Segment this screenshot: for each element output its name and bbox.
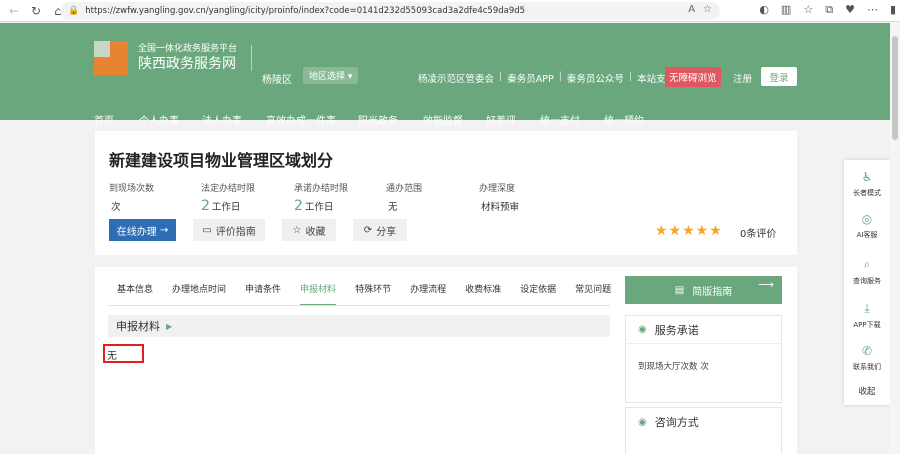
top-link-committee[interactable]: 杨凌示范区管委会	[418, 71, 494, 85]
ai-icon: ◎	[861, 212, 873, 226]
nav-supervision[interactable]: 效能监督	[423, 112, 483, 127]
star-outline-icon: ☆	[292, 224, 302, 236]
nav-evaluation[interactable]: 好差评	[486, 112, 536, 127]
favorite-button[interactable]: ☆ 收藏	[282, 219, 336, 241]
share-icon: ⟳	[363, 224, 373, 236]
browser-toolbar: ← ↻ ⌂ 🔒 https://zwfw.yangling.gov.cn/yan…	[0, 0, 900, 22]
triangle-right-icon: ▶	[166, 321, 173, 331]
site-logo[interactable]	[94, 41, 128, 75]
nav-one-thing[interactable]: 高效办成一件事	[266, 112, 366, 127]
rating-count: 0条评价	[740, 229, 777, 240]
detail-tabs: 基本信息 办理地点时间 申请条件 申报材料 特殊环节 办理流程 收费标准 设定依…	[117, 282, 630, 306]
app-download-button[interactable]: ⤓ APP下载	[844, 301, 890, 330]
nav-open-gov[interactable]: 阳光政务	[358, 112, 418, 127]
tab-basis[interactable]: 设定依据	[520, 282, 556, 306]
region-select-button[interactable]: 地区选择 ▾	[303, 67, 359, 84]
tab-fees[interactable]: 收费标准	[465, 282, 501, 306]
tab-basic-info[interactable]: 基本信息	[117, 282, 153, 306]
arrow-right-icon: ⟶	[758, 278, 774, 291]
nav-corporate[interactable]: 法人办事	[202, 112, 262, 127]
tabs-divider	[108, 305, 610, 306]
info-promised-limit: 承诺办结时限 2 工作日	[294, 184, 349, 214]
logo-title[interactable]: 陕西政务服务网	[138, 53, 236, 73]
info-visits: 到现场次数 次	[109, 184, 155, 213]
elder-icon: ♿	[861, 170, 873, 184]
tab-process[interactable]: 办理流程	[410, 282, 446, 306]
top-link-wechat[interactable]: 秦务员公众号	[567, 71, 624, 85]
elder-mode-button[interactable]: ♿ 长者模式	[844, 170, 890, 198]
evaluate-guide-button[interactable]: ▭ 评价指南	[193, 219, 265, 241]
current-region: 杨陵区	[262, 75, 292, 86]
browser-essentials-icon[interactable]: ♥	[845, 3, 855, 17]
commitment-text: 到现场大厅次数 次	[638, 362, 709, 372]
service-commitment-box: ◉ 服务承诺 到现场大厅次数 次	[625, 315, 782, 403]
phone-icon: ✆	[861, 344, 873, 358]
page-scrollbar[interactable]	[890, 22, 900, 454]
download-icon: ⤓	[864, 301, 870, 315]
top-link-app[interactable]: 秦务员APP	[507, 71, 553, 85]
highlight-box	[103, 344, 144, 363]
nav-payment[interactable]: 统一支付	[540, 112, 600, 127]
consult-box: ◉ 咨询方式	[625, 407, 782, 454]
contact-us-button[interactable]: ✆ 联系我们	[844, 344, 890, 372]
more-icon[interactable]: ⋯	[867, 3, 878, 17]
site-header: 全国一体化政务服务平台 陕西政务服务网 杨陵区 地区选择 ▾ 杨凌示范区管委会 …	[0, 23, 890, 127]
collections-icon[interactable]: ⧉	[825, 3, 833, 17]
back-icon[interactable]: ←	[6, 3, 22, 19]
commitment-title: 服务承诺	[654, 323, 699, 337]
floating-tools-panel: ♿ 长者模式 ◎ AI客服 ⌕ 查询服务 ⤓ APP下载 ✆ 联系我们 收起	[844, 160, 890, 405]
favorites-icon[interactable]: ☆	[803, 3, 813, 17]
info-scope: 通办范围 无	[386, 184, 423, 213]
brief-guide-button[interactable]: ▤ 简版指南 ⟶	[625, 276, 782, 304]
page-title: 新建建设项目物业管理区域划分	[109, 151, 334, 170]
ai-service-button[interactable]: ◎ AI客服	[844, 212, 890, 240]
tab-faq[interactable]: 常见问题	[575, 282, 611, 306]
favorite-star-icon[interactable]: ☆	[703, 4, 712, 15]
consult-title: 咨询方式	[654, 416, 699, 429]
nav-personal[interactable]: 个人办事	[139, 112, 199, 127]
register-link[interactable]: 注册	[733, 71, 752, 85]
query-service-button[interactable]: ⌕ 查询服务	[844, 257, 890, 286]
rating-stars: ★★★★★	[655, 223, 723, 239]
collapse-button[interactable]: 收起	[844, 385, 890, 397]
accessibility-button[interactable]: 无障碍浏览	[665, 67, 721, 87]
sidebar-toggle-icon[interactable]: ▮	[890, 3, 896, 17]
tab-conditions[interactable]: 申请条件	[245, 282, 281, 306]
extension-icon[interactable]: ◐	[759, 3, 769, 17]
online-apply-button[interactable]: 在线办理 →	[109, 219, 176, 241]
comment-icon: ▭	[202, 224, 212, 236]
detail-content: 基本信息 办理地点时间 申请条件 申报材料 特殊环节 办理流程 收费标准 设定依…	[95, 267, 797, 454]
section-header: 申报材料 ▶	[108, 315, 610, 337]
scrollbar-thumb[interactable]	[892, 36, 898, 140]
url-text: https://zwfw.yangling.gov.cn/yangling/ic…	[85, 6, 526, 16]
address-bar[interactable]: 🔒 https://zwfw.yangling.gov.cn/yangling/…	[60, 2, 720, 20]
header-divider	[251, 45, 252, 71]
document-icon: ▤	[674, 284, 685, 296]
tab-materials[interactable]: 申报材料	[300, 282, 337, 306]
top-links: 杨凌示范区管委会 | 秦务员APP | 秦务员公众号 | 本站支持IPv6	[418, 71, 695, 85]
nav-appointment[interactable]: 统一预约	[604, 112, 664, 127]
login-button[interactable]: 登录	[761, 67, 797, 86]
share-button[interactable]: ⟳ 分享	[353, 219, 407, 241]
section-title: 申报材料	[116, 320, 160, 333]
read-aloud-icon[interactable]: A	[688, 4, 695, 15]
nav-home[interactable]: 首页	[94, 112, 134, 127]
tab-special[interactable]: 特殊环节	[355, 282, 391, 306]
split-screen-icon[interactable]: ▥	[781, 3, 791, 17]
tab-location-time[interactable]: 办理地点时间	[172, 282, 226, 306]
check-badge-icon: ◉	[638, 324, 647, 335]
info-legal-limit: 法定办结时限 2 工作日	[201, 184, 256, 214]
item-summary-card: 新建建设项目物业管理区域划分 到现场次数 次 法定办结时限 2 工作日 承诺办结时…	[95, 131, 797, 255]
lock-icon: 🔒	[68, 6, 80, 16]
headset-icon: ◉	[638, 416, 647, 428]
refresh-icon[interactable]: ↻	[28, 3, 44, 19]
info-depth: 办理深度 材料预审	[479, 184, 520, 213]
search-icon: ⌕	[863, 257, 871, 271]
